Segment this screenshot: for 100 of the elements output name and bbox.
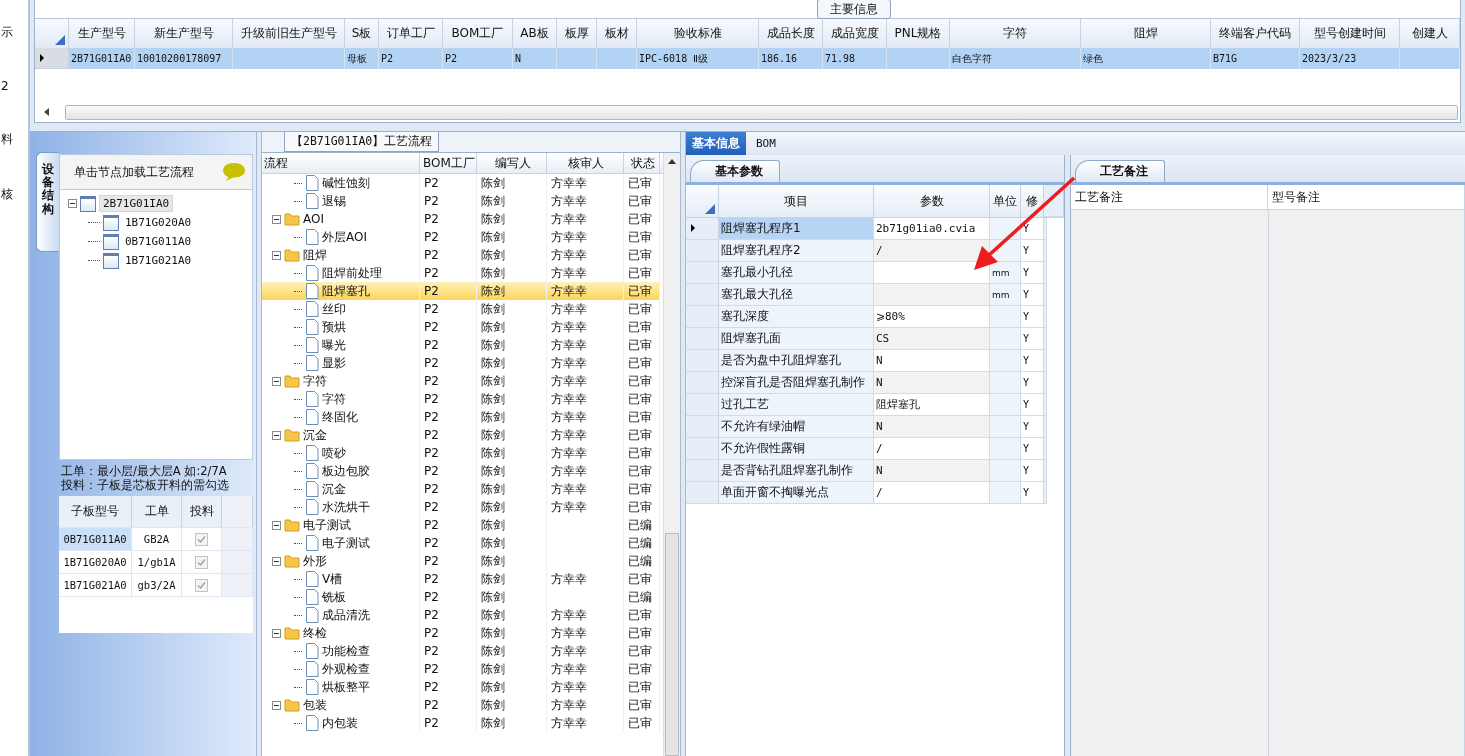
tree-row[interactable]: 喷砂 P2 陈剑 方幸幸 已审 [262, 444, 663, 462]
collapse-icon[interactable] [272, 520, 281, 530]
collapse-icon[interactable] [272, 214, 281, 224]
scroll-left-icon[interactable] [44, 108, 49, 116]
table-cell: 陈剑 [477, 246, 547, 264]
checkbox[interactable] [195, 578, 208, 592]
table-cell[interactable]: 是否为盘中孔阻焊塞孔 [719, 350, 874, 372]
table-cell: 已审 [624, 624, 660, 642]
tree-row[interactable]: 包装 P2 陈剑 方幸幸 已审 [262, 696, 663, 714]
table-cell[interactable]: 塞孔最大孔径 [719, 284, 874, 306]
tree-row[interactable]: 铣板 P2 陈剑 已编 [262, 588, 663, 606]
tree-row[interactable]: 阻焊塞孔 P2 陈剑 方幸幸 已审 [262, 282, 663, 300]
menu-item[interactable]: 料 [0, 131, 15, 148]
document-icon [305, 301, 319, 317]
tree-row[interactable]: 外层AOI P2 陈剑 方幸幸 已审 [262, 228, 663, 246]
panel-tab[interactable]: 主要信息 [817, 0, 891, 19]
tree-node[interactable]: 0B71G011A0 [122, 234, 195, 249]
table-cell[interactable]: 阻焊塞孔程序2 [719, 240, 874, 262]
tree-row[interactable]: 板边包胶 P2 陈剑 方幸幸 已审 [262, 462, 663, 480]
table-cell[interactable]: 1B71G021A0 [59, 574, 132, 596]
collapse-icon[interactable] [272, 250, 281, 260]
collapse-icon[interactable] [272, 700, 281, 710]
tree-row[interactable]: 内包装 P2 陈剑 方幸幸 已审 [262, 714, 663, 732]
column-header[interactable]: 项目 [719, 185, 874, 217]
table-row[interactable]: 2B71G01IA0 10010200178097 母板 P2 P2 N IPC-6018 Ⅱ级 186.16 71.98 白色字符 绿色 B71G 2023/3/23 [35, 48, 1460, 69]
tree-row[interactable]: V槽 P2 陈剑 方幸幸 已审 [262, 570, 663, 588]
tree-row[interactable]: 外形 P2 陈剑 已编 [262, 552, 663, 570]
tree-node[interactable]: 2B71G01IA0 [99, 195, 174, 212]
tree-row[interactable]: 丝印 P2 陈剑 方幸幸 已审 [262, 300, 663, 318]
table-cell: 1/gb1A [132, 551, 182, 573]
collapse-icon[interactable] [272, 376, 281, 386]
menu-item[interactable]: 2 [0, 79, 15, 93]
row-header[interactable] [686, 218, 719, 240]
checkbox[interactable] [195, 555, 208, 569]
collapse-icon[interactable] [272, 556, 281, 566]
speech-bubble-icon[interactable] [222, 162, 246, 182]
column-header[interactable]: 编写人 [477, 153, 547, 173]
table-cell[interactable]: 阻焊塞孔程序1 [719, 218, 874, 240]
table-cell[interactable]: 塞孔最小孔径 [719, 262, 874, 284]
tree-row[interactable]: 字符 P2 陈剑 方幸幸 已审 [262, 372, 663, 390]
row-header[interactable] [35, 48, 69, 69]
tree-row[interactable]: 阻焊 P2 陈剑 方幸幸 已审 [262, 246, 663, 264]
table-cell[interactable]: 不允许有绿油帽 [719, 416, 874, 438]
tab[interactable]: 基本信息 [686, 132, 746, 155]
column-header[interactable]: 状态 [624, 153, 660, 173]
table-cell: 方幸幸 [547, 642, 624, 660]
panel-tab[interactable]: 工艺备注 [1075, 160, 1165, 182]
collapse-icon[interactable] [68, 199, 77, 208]
tab[interactable]: BOM [750, 132, 782, 155]
column-header[interactable]: BOM工厂 [420, 153, 477, 173]
column-header[interactable]: 工单 [132, 496, 182, 527]
panel-tab[interactable]: 【2B71G01IA0】工艺流程 [284, 132, 440, 152]
table-cell[interactable]: 是否背钻孔阻焊塞孔制作 [719, 460, 874, 482]
tree-row[interactable]: 字符 P2 陈剑 方幸幸 已审 [262, 390, 663, 408]
table-cell[interactable]: 阻焊塞孔面 [719, 328, 874, 350]
vertical-scrollbar[interactable] [663, 153, 680, 756]
table-cell[interactable]: 0B71G011A0 [59, 528, 132, 550]
tree-row[interactable]: 烘板整平 P2 陈剑 方幸幸 已审 [262, 678, 663, 696]
table-cell[interactable]: 不允许假性露铜 [719, 438, 874, 460]
menu-item[interactable]: 示 [0, 24, 15, 41]
column-header[interactable]: 型号备注 [1268, 185, 1465, 209]
table-cell: 已审 [624, 408, 660, 426]
column-header[interactable]: 核审人 [547, 153, 624, 173]
tree-row[interactable]: AOI P2 陈剑 方幸幸 已审 [262, 210, 663, 228]
tree-row[interactable]: 外观检查 P2 陈剑 方幸幸 已审 [262, 660, 663, 678]
tree-row[interactable]: 电子测试 P2 陈剑 已编 [262, 534, 663, 552]
table-cell: 陈剑 [477, 192, 547, 210]
empty-cell [990, 482, 1021, 504]
tree-row[interactable]: 沉金 P2 陈剑 方幸幸 已审 [262, 480, 663, 498]
tree-row[interactable]: 预烘 P2 陈剑 方幸幸 已审 [262, 318, 663, 336]
table-cell[interactable]: 单面开窗不掏曝光点 [719, 482, 874, 504]
tree-row[interactable]: 显影 P2 陈剑 方幸幸 已审 [262, 354, 663, 372]
column-header[interactable]: 流程 [262, 153, 420, 173]
table-cell[interactable]: 1B71G020A0 [59, 551, 132, 573]
table-cell: CS [874, 328, 990, 350]
tree-row[interactable]: 终检 P2 陈剑 方幸幸 已审 [262, 624, 663, 642]
side-tab[interactable]: 设备结构 [36, 152, 59, 252]
tree-row[interactable]: 沉金 P2 陈剑 方幸幸 已审 [262, 426, 663, 444]
column-header[interactable]: 单位 [990, 185, 1021, 217]
collapse-icon[interactable] [272, 430, 281, 440]
tree-row[interactable]: 电子测试 P2 陈剑 已编 [262, 516, 663, 534]
column-header[interactable]: 子板型号 [59, 496, 132, 527]
tree-row[interactable]: 成品清洗 P2 陈剑 方幸幸 已审 [262, 606, 663, 624]
menu-item[interactable]: 核 [0, 186, 15, 203]
table-cell[interactable]: 塞孔深度 [719, 306, 874, 328]
collapse-icon[interactable] [272, 628, 281, 638]
tree-node[interactable]: 1B71G020A0 [122, 215, 195, 230]
column-header[interactable]: 工艺备注 [1071, 185, 1268, 209]
tree-row[interactable]: 碱性蚀刻 P2 陈剑 方幸幸 已审 [262, 174, 663, 192]
tree-row[interactable]: 功能检查 P2 陈剑 方幸幸 已审 [262, 642, 663, 660]
checkbox[interactable] [195, 532, 208, 546]
tree-node[interactable]: 1B71G021A0 [122, 253, 195, 268]
table-cell[interactable]: 控深盲孔是否阻焊塞孔制作 [719, 372, 874, 394]
panel-tab[interactable]: 基本参数 [690, 160, 780, 182]
table-cell[interactable]: 过孔工艺 [719, 394, 874, 416]
tree-row[interactable]: 终固化 P2 陈剑 方幸幸 已审 [262, 408, 663, 426]
tree-row[interactable]: 水洗烘干 P2 陈剑 方幸幸 已审 [262, 498, 663, 516]
tree-row[interactable]: 曝光 P2 陈剑 方幸幸 已审 [262, 336, 663, 354]
column-header[interactable]: 参数 [874, 185, 990, 217]
tree-row[interactable]: 退锡 P2 陈剑 方幸幸 已审 [262, 192, 663, 210]
